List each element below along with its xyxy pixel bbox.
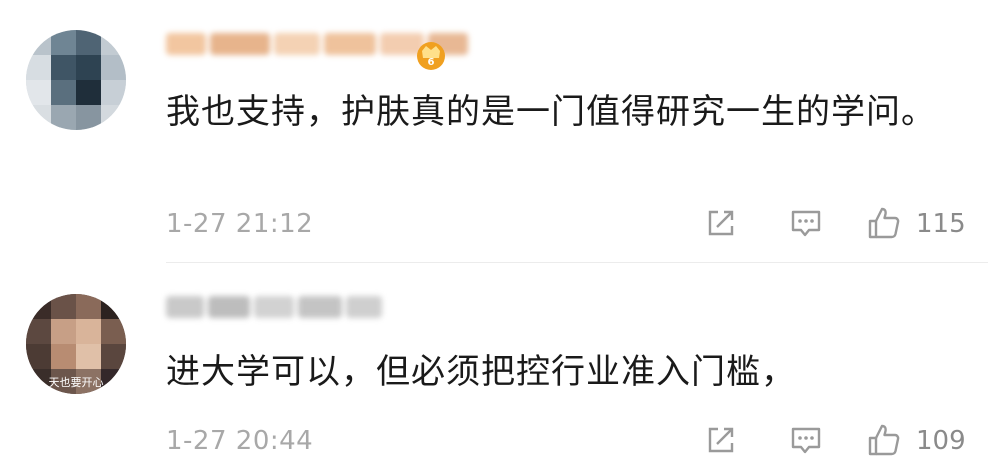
share-icon[interactable]: [703, 205, 739, 241]
thumbs-up-icon[interactable]: [866, 422, 902, 458]
comment-text: 进大学可以，但必须把控行业准入门槛，: [166, 352, 796, 392]
vip-crown-badge-icon: 6: [417, 42, 445, 70]
avatar[interactable]: 天也要开心: [26, 294, 126, 394]
avatar[interactable]: [26, 30, 126, 130]
timestamp: 1-27 20:44: [166, 426, 314, 456]
svg-text:6: 6: [428, 57, 435, 68]
username-redacted[interactable]: [166, 296, 386, 326]
comment-item: 6 我也支持，护肤真的是一门值得研究一生的学问。 1-27 21:12 115: [0, 0, 988, 262]
like-count: 115: [916, 209, 966, 239]
timestamp: 1-27 21:12: [166, 209, 314, 239]
avatar-caption: 天也要开心: [49, 376, 104, 389]
comment-icon[interactable]: [788, 205, 824, 241]
like-count: 109: [916, 426, 966, 456]
comment-text: 我也支持，护肤真的是一门值得研究一生的学问。: [166, 92, 936, 132]
thumbs-up-icon[interactable]: [866, 205, 902, 241]
share-icon[interactable]: [703, 422, 739, 458]
comment-meta: 1-27 20:44 109: [166, 422, 966, 462]
comment-item: 天也要开心 进大学可以，但必须把控行业准入门槛， 1-27 20:44 109: [0, 262, 988, 467]
comment-meta: 1-27 21:12 115: [166, 205, 966, 245]
comment-icon[interactable]: [788, 422, 824, 458]
